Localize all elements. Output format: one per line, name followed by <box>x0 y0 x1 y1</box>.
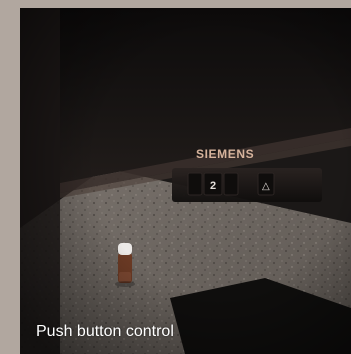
hood-photo: SIEMENS 2 △ <box>20 8 351 354</box>
image-caption: Push button control <box>36 323 174 340</box>
increase-button[interactable] <box>223 172 239 196</box>
hood-photo-scene: SIEMENS 2 △ <box>20 8 351 354</box>
product-image-frame: SIEMENS 2 △ Push button control <box>0 0 351 354</box>
decrease-button[interactable] <box>187 172 203 196</box>
light-icon: △ <box>262 181 270 192</box>
level-value: 2 <box>210 180 216 192</box>
siemens-logo: SIEMENS <box>196 147 254 161</box>
